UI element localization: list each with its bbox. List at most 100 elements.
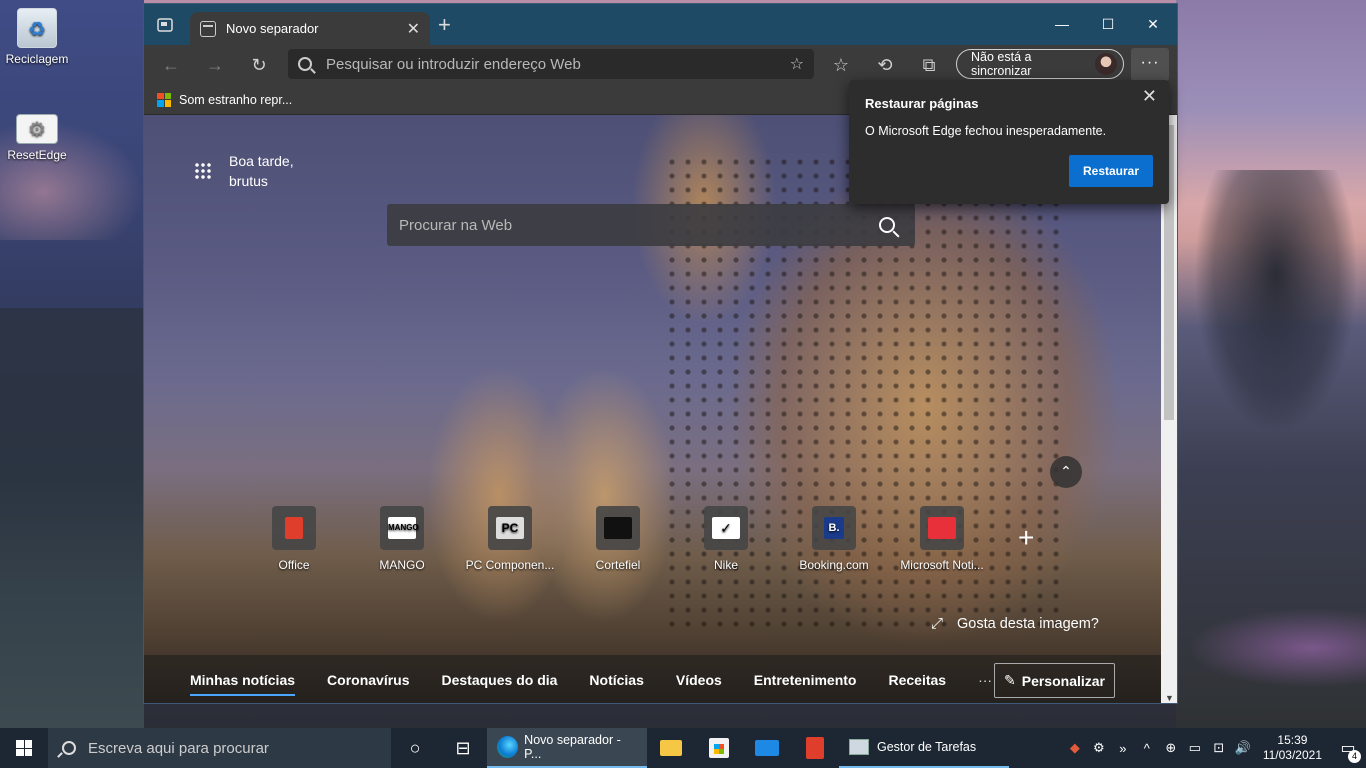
profile-sync-button[interactable]: Não está a sincronizar [956, 49, 1124, 79]
tab-actions-icon[interactable] [156, 16, 176, 36]
personalize-button[interactable]: ✎ Personalizar [994, 663, 1115, 698]
tab-destaques[interactable]: Destaques do dia [442, 666, 558, 694]
pencil-icon: ✎ [1004, 672, 1016, 688]
wallpaper-flowers [1186, 608, 1366, 688]
cortana-button[interactable]: ○ [391, 728, 439, 768]
settings-shortcut-icon [16, 114, 58, 144]
close-window-button[interactable]: ✕ [1131, 10, 1175, 38]
wallpaper-hill [0, 308, 144, 728]
network-icon[interactable]: ⊡ [1207, 740, 1231, 756]
web-search-input[interactable] [399, 216, 879, 234]
quick-link-label: Office [278, 558, 310, 572]
quick-links: Office MANGO MANGO PC PC Componen... Cor… [240, 506, 996, 572]
task-view-button[interactable]: ⊟ [439, 728, 487, 768]
add-quick-link-icon[interactable]: + [1018, 522, 1034, 554]
taskbar-file-explorer[interactable] [647, 728, 695, 768]
quick-link-label: Cortefiel [595, 558, 641, 572]
tab-coronavirus[interactable]: Coronavírus [327, 666, 409, 694]
like-image-link[interactable]: ⤢ Gosta desta imagem? [931, 615, 1099, 632]
office-icon [806, 737, 824, 759]
clock-date: 11/03/2021 [1262, 748, 1322, 762]
battery-icon[interactable]: ▭ [1183, 740, 1207, 756]
wallpaper-tree [1196, 170, 1356, 430]
web-search-box[interactable] [387, 204, 915, 246]
address-bar[interactable]: Pesquisar ou introduzir endereço Web ☆ [288, 49, 814, 79]
quick-link-office[interactable]: Office [240, 506, 348, 572]
expand-icon: ⤢ [931, 615, 944, 632]
cortefiel-icon [596, 506, 640, 550]
mail-icon [755, 740, 779, 756]
taskbar-office[interactable] [791, 728, 839, 768]
security-icon[interactable]: ⊕ [1159, 740, 1183, 756]
collections-button[interactable]: ⧉ [916, 53, 942, 77]
address-placeholder: Pesquisar ou introduzir endereço Web [326, 55, 581, 73]
quick-link-booking[interactable]: B. Booking.com [780, 506, 888, 572]
tab-entretenimento[interactable]: Entretenimento [754, 666, 857, 694]
quick-link-nike[interactable]: ✓ Nike [672, 506, 780, 572]
clock[interactable]: 15:39 11/03/2021 [1263, 733, 1322, 763]
refresh-button[interactable]: ↻ [246, 53, 272, 77]
more-tabs-icon[interactable]: ··· [978, 666, 992, 694]
search-icon[interactable] [879, 217, 895, 233]
tab-new-tab[interactable]: Novo separador ✕ [190, 12, 430, 45]
app-launcher-icon[interactable] [194, 162, 212, 180]
start-button[interactable] [0, 728, 48, 768]
quick-link-mango[interactable]: MANGO MANGO [348, 506, 456, 572]
notifications-button[interactable]: ▭ 4 [1330, 738, 1366, 763]
desktop-wallpaper-right [1176, 0, 1366, 728]
restore-button[interactable]: Restaurar [1069, 155, 1153, 187]
microsoft-logo-icon [157, 92, 171, 107]
quick-link-label: Nike [713, 558, 738, 572]
desktop-icon-recycle-bin[interactable]: Reciclagem [2, 8, 72, 66]
taskbar-app-edge[interactable]: Novo separador - P... [487, 728, 647, 768]
scroll-down-icon[interactable]: ▼ [1165, 693, 1174, 703]
tray-app-icon[interactable]: ◆ [1063, 740, 1087, 756]
maximize-button[interactable]: ☐ [1086, 10, 1130, 38]
quick-link-label: Microsoft Noti... [900, 558, 984, 572]
volume-icon[interactable]: 🔊 [1231, 740, 1255, 756]
taskbar-search[interactable]: Escreva aqui para procurar [48, 728, 391, 768]
settings-more-button[interactable]: ··· [1131, 48, 1169, 81]
favorite-link[interactable]: Som estranho repr... [179, 93, 292, 107]
windows-logo-icon [16, 740, 32, 756]
tab-videos[interactable]: Vídeos [676, 666, 722, 694]
taskbar-mail[interactable] [743, 728, 791, 768]
quick-link-label: PC Componen... [465, 558, 555, 572]
tray-expand-icon[interactable]: » [1111, 741, 1135, 756]
back-button[interactable]: ← [158, 53, 184, 77]
folder-icon [660, 740, 682, 756]
favorites-button[interactable]: ☆ [828, 53, 854, 77]
task-manager-icon [849, 739, 869, 755]
desktop-icon-label: ResetEdge [7, 148, 67, 162]
taskbar-app-task-manager[interactable]: Gestor de Tarefas [839, 728, 1009, 768]
forward-button[interactable]: → [202, 53, 228, 77]
quick-link-cortefiel[interactable]: Cortefiel [564, 506, 672, 572]
title-bar: Novo separador ✕ + — ☐ ✕ [144, 4, 1177, 45]
store-icon [709, 738, 729, 758]
tray-app-icon[interactable]: ⚙ [1087, 740, 1111, 756]
mango-icon: MANGO [380, 506, 424, 550]
desktop-icon-label: Reciclagem [5, 52, 69, 66]
minimize-button[interactable]: — [1040, 10, 1084, 38]
restore-pages-dialog: Restaurar páginas O Microsoft Edge fecho… [849, 80, 1169, 204]
quick-link-microsoft-news[interactable]: Microsoft Noti... [888, 506, 996, 572]
taskbar: Escreva aqui para procurar ○ ⊟ Novo sepa… [0, 728, 1366, 768]
close-tab-icon[interactable]: ✕ [407, 19, 420, 39]
news-feed-bar: Minhas notícias Coronavírus Destaques do… [144, 655, 1161, 703]
taskbar-store[interactable] [695, 728, 743, 768]
tab-title: Novo separador [226, 21, 319, 36]
history-button[interactable]: ⟲ [872, 53, 898, 77]
tab-receitas[interactable]: Receitas [888, 666, 946, 694]
new-tab-button[interactable]: + [438, 14, 451, 36]
tab-minhas-noticias[interactable]: Minhas notícias [190, 666, 296, 696]
desktop-icon-resetedge[interactable]: ResetEdge [2, 108, 72, 162]
chevron-up-icon[interactable]: ^ [1135, 741, 1159, 756]
edge-icon [497, 736, 519, 758]
microsoft-news-icon [920, 506, 964, 550]
dialog-message: O Microsoft Edge fechou inesperadamente. [865, 124, 1107, 138]
tab-noticias[interactable]: Notícias [589, 666, 643, 694]
quick-link-pc-componentes[interactable]: PC PC Componen... [456, 506, 564, 572]
add-favorite-icon[interactable]: ☆ [790, 54, 804, 74]
collapse-button[interactable]: ⌃ [1050, 456, 1082, 488]
close-icon[interactable]: ✕ [1142, 86, 1157, 107]
